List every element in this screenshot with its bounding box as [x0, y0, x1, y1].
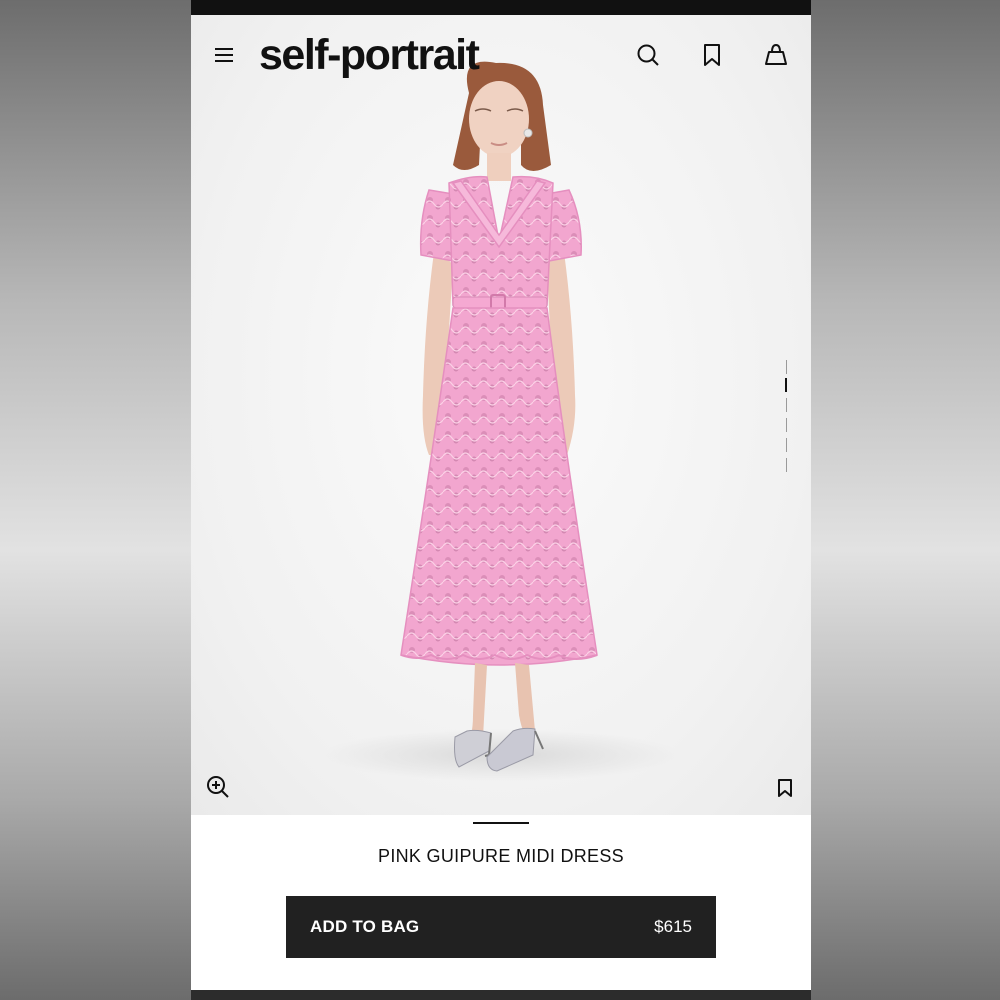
bottom-bar: [191, 990, 811, 1000]
pager-indicator[interactable]: [786, 398, 787, 412]
right-background-panel: [811, 0, 1000, 1000]
product-image[interactable]: [191, 15, 811, 815]
shopping-bag-icon[interactable]: [763, 42, 789, 68]
image-pager[interactable]: [785, 360, 789, 472]
bookmark-icon[interactable]: [777, 779, 793, 797]
product-name: PINK GUIPURE MIDI DRESS: [378, 846, 624, 866]
pager-indicator[interactable]: [786, 418, 787, 432]
product-info-sheet: PINK GUIPURE MIDI DRESS ADD TO BAG $615: [191, 815, 811, 990]
add-to-bag-label: ADD TO BAG: [310, 917, 420, 936]
pager-indicator[interactable]: [786, 360, 787, 374]
bookmark-icon[interactable]: [699, 42, 725, 68]
product-price: $615: [654, 917, 692, 936]
pager-indicator-active[interactable]: [785, 378, 787, 392]
status-bar: [191, 0, 811, 15]
left-background-panel: [0, 0, 191, 1000]
brand-logo[interactable]: self-portrait: [259, 31, 480, 79]
add-to-bag-button[interactable]: ADD TO BAG $615: [286, 896, 716, 958]
zoom-in-icon[interactable]: [206, 775, 230, 799]
menu-icon[interactable]: [213, 45, 235, 65]
search-icon[interactable]: [635, 42, 661, 68]
model-illustration: [321, 61, 681, 781]
pager-indicator[interactable]: [786, 458, 787, 472]
pager-indicator[interactable]: [786, 438, 787, 452]
mobile-screen: self-portrait PINK GUIPURE MIDI DRESS AD…: [191, 0, 811, 1000]
sheet-drag-handle[interactable]: [473, 822, 529, 824]
app-header: self-portrait: [191, 15, 811, 95]
